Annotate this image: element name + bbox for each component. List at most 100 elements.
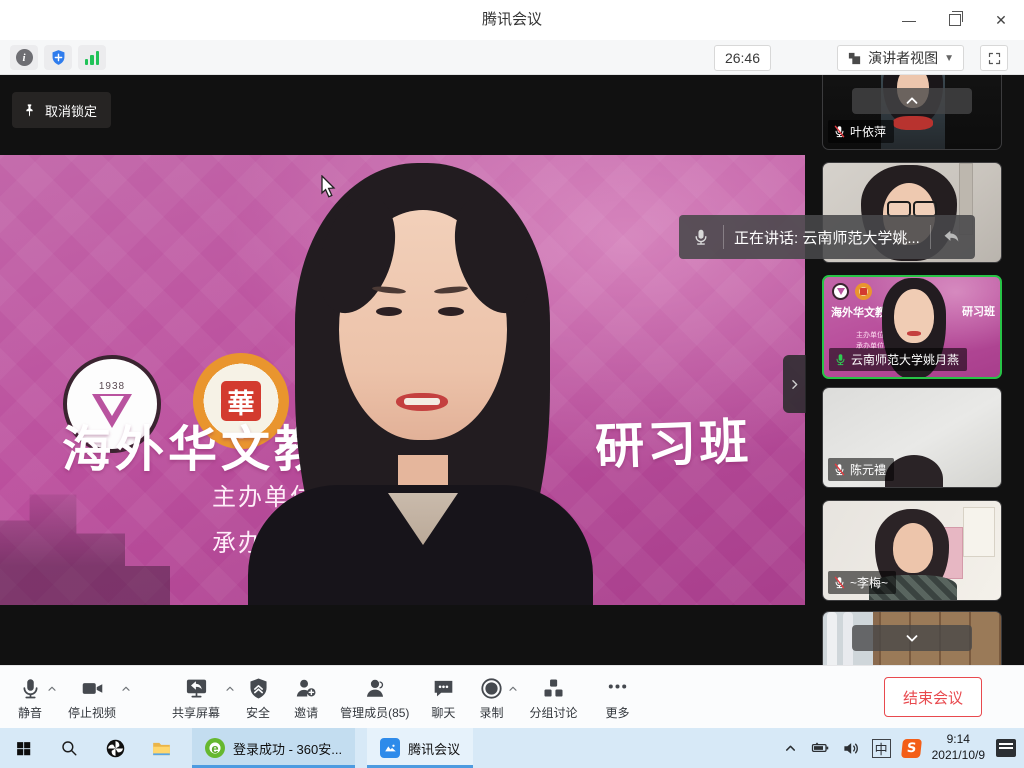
security-label: 安全 bbox=[246, 704, 270, 721]
security-status-button[interactable] bbox=[44, 45, 72, 70]
volume-icon[interactable] bbox=[842, 739, 861, 758]
participant-lips bbox=[907, 331, 921, 336]
participant-face bbox=[893, 523, 933, 573]
background-window bbox=[963, 507, 995, 557]
ellipsis-icon bbox=[606, 675, 629, 698]
fullscreen-button[interactable] bbox=[980, 45, 1008, 71]
mute-button[interactable]: 静音 bbox=[18, 674, 42, 721]
share-screen-label: 共享屏幕 bbox=[172, 704, 220, 721]
sidebar-collapse-handle[interactable] bbox=[783, 355, 806, 413]
stop-video-button[interactable]: 停止视频 bbox=[68, 674, 116, 721]
share-screen-button[interactable]: 共享屏幕 bbox=[172, 674, 220, 721]
action-center-icon[interactable] bbox=[996, 739, 1016, 757]
chevron-right-icon bbox=[787, 377, 802, 392]
meeting-content: 1938 華 海外华文教 研习班 主办单位 承办单位: bbox=[0, 75, 1024, 665]
taskbar-window-tencent-meeting[interactable]: 腾讯会议 bbox=[367, 728, 473, 768]
security-button[interactable]: 安全 bbox=[246, 674, 270, 721]
mic-active-icon bbox=[834, 353, 847, 366]
slide-banner-left: 海外华文教 bbox=[62, 410, 327, 481]
chevron-down-icon bbox=[903, 629, 921, 647]
participant-tile[interactable]: ~李梅~ bbox=[822, 500, 1002, 601]
caret-down-icon: ▼ bbox=[944, 53, 954, 64]
sogou-input-icon[interactable]: S bbox=[901, 739, 922, 758]
meeting-timer: 26:46 bbox=[714, 45, 771, 71]
file-explorer-button[interactable] bbox=[138, 728, 184, 768]
mini-university-seal bbox=[832, 283, 849, 300]
shield-plus-icon bbox=[50, 49, 67, 66]
participant-tile-active-speaker[interactable]: 海外华文教 研习班 主办单位 承办单位 云南师范大学姚月燕 bbox=[822, 275, 1002, 379]
view-switcher-label: 演讲者视图 bbox=[868, 48, 938, 68]
microphone-icon bbox=[19, 677, 42, 700]
mini-banner-right: 研习班 bbox=[962, 303, 995, 319]
video-options-caret[interactable] bbox=[120, 683, 132, 695]
breakout-rooms-button[interactable]: 分组讨论 bbox=[529, 674, 577, 721]
pinwheel-app-icon bbox=[105, 738, 126, 759]
presenter-eye-left bbox=[376, 307, 402, 316]
manage-members-button[interactable]: 管理成员(85) bbox=[340, 674, 409, 721]
minimize-button[interactable]: — bbox=[886, 0, 932, 40]
participant-name-badge: 陈元禮 bbox=[828, 458, 894, 481]
mini-org-line1: 主办单位 bbox=[856, 330, 884, 340]
participant-name-badge: 叶依萍 bbox=[828, 120, 894, 143]
start-button[interactable] bbox=[0, 728, 46, 768]
chat-button[interactable]: 聊天 bbox=[431, 674, 455, 721]
reply-arrow-button[interactable] bbox=[942, 228, 961, 247]
participant-name: 陈元禮 bbox=[850, 461, 886, 478]
presenter-teeth bbox=[404, 398, 440, 405]
participant-name-badge: ~李梅~ bbox=[828, 571, 896, 594]
end-meeting-button[interactable]: 结束会议 bbox=[884, 677, 982, 717]
participant-name-badge: 云南师范大学姚月燕 bbox=[829, 348, 967, 371]
close-button[interactable]: ✕ bbox=[978, 0, 1024, 40]
invite-button[interactable]: 邀请 bbox=[294, 674, 318, 721]
more-button[interactable]: 更多 bbox=[605, 674, 629, 721]
record-label: 录制 bbox=[479, 704, 503, 721]
unpin-button[interactable]: 取消锁定 bbox=[12, 92, 111, 128]
scroll-up-button[interactable] bbox=[852, 88, 972, 114]
battery-icon[interactable] bbox=[809, 739, 831, 757]
manage-members-label: 管理成员(85) bbox=[340, 704, 409, 721]
camera-icon bbox=[80, 677, 105, 700]
tray-date: 2021/10/9 bbox=[932, 748, 985, 764]
mini-banner-left: 海外华文教 bbox=[831, 304, 886, 320]
participant-name: ~李梅~ bbox=[850, 574, 888, 591]
title-bar: 腾讯会议 — ✕ bbox=[0, 0, 1024, 40]
mic-options-caret[interactable] bbox=[46, 683, 58, 695]
scroll-down-button[interactable] bbox=[852, 625, 972, 651]
record-options-caret[interactable] bbox=[507, 683, 519, 695]
microphone-icon bbox=[692, 228, 710, 246]
control-bar: 静音 停止视频 共享屏幕 安全 邀请 管理成员(85) 聊天 bbox=[0, 665, 1024, 728]
record-icon bbox=[480, 677, 503, 700]
participant-tile[interactable]: 陈元禮 bbox=[822, 387, 1002, 488]
tray-expand-chevron[interactable] bbox=[783, 741, 798, 756]
breakout-rooms-label: 分组讨论 bbox=[529, 704, 577, 721]
taskbar-app-pinwheel[interactable] bbox=[92, 728, 138, 768]
taskbar-search-button[interactable] bbox=[46, 728, 92, 768]
speaking-toast-text: 正在讲话: 云南师范大学姚... bbox=[724, 227, 930, 248]
restore-button[interactable] bbox=[932, 0, 978, 40]
view-switcher-button[interactable]: 演讲者视图 ▼ bbox=[837, 45, 964, 71]
share-options-caret[interactable] bbox=[224, 683, 236, 695]
network-quality-button[interactable] bbox=[78, 45, 106, 70]
speaking-toast: 正在讲话: 云南师范大学姚... bbox=[679, 215, 975, 259]
taskbar-window-360-browser[interactable]: e 登录成功 - 360安... bbox=[192, 728, 355, 768]
slide-banner-right: 研习班 bbox=[594, 402, 752, 478]
window-title: 腾讯会议 bbox=[0, 0, 1024, 40]
background-curtain bbox=[827, 612, 837, 665]
end-meeting-label: 结束会议 bbox=[903, 687, 963, 708]
record-button[interactable]: 录制 bbox=[479, 674, 503, 721]
taskbar-clock[interactable]: 9:14 2021/10/9 bbox=[932, 732, 985, 763]
invite-label: 邀请 bbox=[294, 704, 318, 721]
app-root: 腾讯会议 — ✕ i 26:46 演讲者视图 ▼ bbox=[0, 0, 1024, 768]
more-label: 更多 bbox=[605, 704, 629, 721]
meeting-info-button[interactable]: i bbox=[10, 45, 38, 70]
info-icon: i bbox=[16, 49, 33, 66]
restore-icon bbox=[949, 14, 961, 26]
system-tray: 中 S 9:14 2021/10/9 bbox=[777, 728, 1024, 768]
shield-up-icon bbox=[247, 677, 270, 700]
folder-icon bbox=[151, 738, 172, 759]
mic-muted-icon bbox=[833, 125, 846, 138]
taskbar-window-title: 登录成功 - 360安... bbox=[233, 739, 342, 758]
presenter-eye-right bbox=[438, 307, 464, 316]
tray-time: 9:14 bbox=[932, 732, 985, 748]
input-method-indicator[interactable]: 中 bbox=[872, 739, 891, 758]
